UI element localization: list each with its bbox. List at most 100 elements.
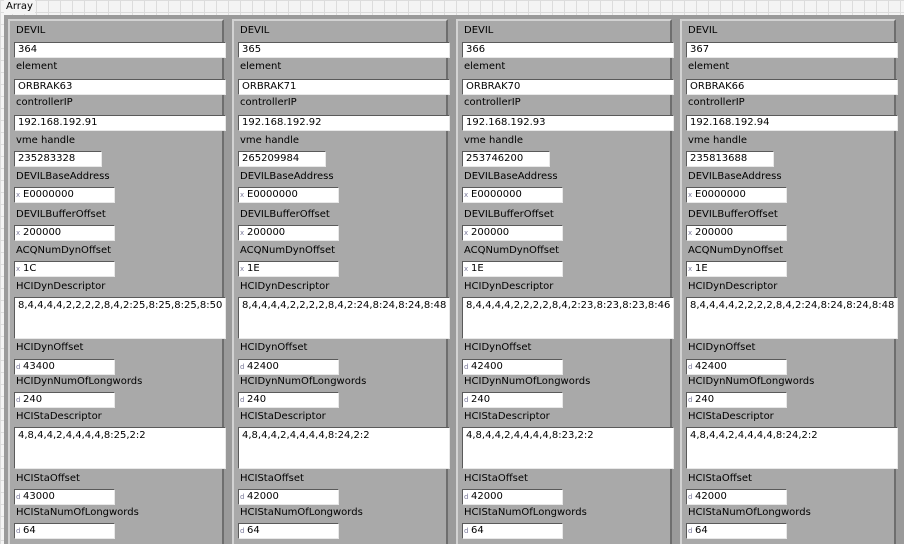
- hci-sta-offset-field[interactable]: d 42000: [462, 489, 563, 505]
- hci-sta-num-longwords-label: HCIStaNumOfLongwords: [464, 507, 587, 518]
- devil-buffer-offset-field[interactable]: x 200000: [14, 225, 115, 241]
- devil-field[interactable]: 365: [238, 42, 450, 58]
- hci-sta-descriptor-field[interactable]: 4,8,4,4,2,4,4,4,4,8:24,2:2: [238, 427, 450, 469]
- radix-indicator[interactable]: x: [240, 262, 247, 276]
- element-field[interactable]: ORBRAK71: [238, 79, 450, 95]
- hci-dyn-descriptor-field[interactable]: 8,4,4,4,4,2,2,2,2,8,4,2:24,8:24,8:24,8:4…: [686, 297, 898, 339]
- hci-dyn-descriptor-field[interactable]: 8,4,4,4,4,2,2,2,2,8,4,2:23,8:23,8:23,8:4…: [462, 297, 674, 339]
- devil-base-address-field[interactable]: x E0000000: [238, 187, 339, 203]
- vme-handle-field[interactable]: 253746200: [462, 151, 550, 167]
- radix-indicator[interactable]: x: [688, 188, 695, 202]
- radix-indicator[interactable]: x: [240, 188, 247, 202]
- devil-field[interactable]: 364: [14, 42, 226, 58]
- hci-dyn-num-longwords-value: 240: [247, 394, 267, 405]
- hci-sta-num-longwords-field[interactable]: d 64: [238, 523, 339, 539]
- hci-sta-offset-value: 43000: [23, 491, 55, 502]
- radix-indicator[interactable]: x: [16, 188, 23, 202]
- hci-dyn-num-longwords-label: HCIDynNumOfLongwords: [240, 376, 367, 387]
- hci-sta-num-longwords-field[interactable]: d 64: [462, 523, 563, 539]
- hci-sta-descriptor-field[interactable]: 4,8,4,4,2,4,4,4,4,8:25,2:2: [14, 427, 226, 469]
- acq-num-dyn-offset-field[interactable]: x 1C: [14, 261, 115, 277]
- hci-sta-descriptor-field[interactable]: 4,8,4,4,2,4,4,4,4,8:23,2:2: [462, 427, 674, 469]
- element-field[interactable]: ORBRAK63: [14, 79, 226, 95]
- hci-dyn-descriptor-field[interactable]: 8,4,4,4,4,2,2,2,2,8,4,2:24,8:24,8:24,8:4…: [238, 297, 450, 339]
- array-label: Array: [4, 0, 35, 14]
- hci-dyn-offset-field[interactable]: d 42400: [462, 359, 563, 375]
- controller-ip-field[interactable]: 192.168.192.93: [462, 115, 674, 131]
- radix-indicator[interactable]: x: [464, 188, 471, 202]
- radix-indicator[interactable]: x: [464, 262, 471, 276]
- radix-indicator[interactable]: x: [16, 262, 23, 276]
- element-field[interactable]: ORBRAK66: [686, 79, 898, 95]
- radix-indicator[interactable]: d: [16, 524, 23, 538]
- devil-field[interactable]: 366: [462, 42, 674, 58]
- radix-indicator[interactable]: x: [16, 226, 23, 240]
- radix-indicator[interactable]: d: [16, 490, 23, 504]
- radix-indicator[interactable]: d: [688, 360, 695, 374]
- radix-indicator[interactable]: d: [240, 524, 247, 538]
- hci-dyn-num-longwords-field[interactable]: d 240: [238, 392, 339, 408]
- devil-label: DEVIL: [16, 25, 46, 36]
- hci-dyn-descriptor-field[interactable]: 8,4,4,4,4,2,2,2,2,8,4,2:25,8:25,8:25,8:5…: [14, 297, 226, 339]
- hci-dyn-offset-field[interactable]: d 42400: [686, 359, 787, 375]
- acq-num-dyn-offset-field[interactable]: x 1E: [686, 261, 787, 277]
- hci-dyn-descriptor-value: 8,4,4,4,4,2,2,2,2,8,4,2:24,8:24,8:24,8:4…: [690, 300, 895, 311]
- acq-num-dyn-offset-label: ACQNumDynOffset: [464, 245, 560, 256]
- devil-buffer-offset-field[interactable]: x 200000: [686, 225, 787, 241]
- devil-base-address-field[interactable]: x E0000000: [14, 187, 115, 203]
- hci-dyn-num-longwords-field[interactable]: d 240: [462, 392, 563, 408]
- controller-ip-field[interactable]: 192.168.192.92: [238, 115, 450, 131]
- radix-indicator[interactable]: d: [464, 393, 471, 407]
- radix-indicator[interactable]: d: [688, 393, 695, 407]
- devil-buffer-offset-field[interactable]: x 200000: [462, 225, 563, 241]
- hci-sta-num-longwords-value: 64: [471, 525, 484, 536]
- hci-dyn-num-longwords-field[interactable]: d 240: [686, 392, 787, 408]
- acq-num-dyn-offset-field[interactable]: x 1E: [462, 261, 563, 277]
- controller-ip-field[interactable]: 192.168.192.94: [686, 115, 898, 131]
- element-value: ORBRAK63: [18, 81, 73, 92]
- radix-indicator[interactable]: d: [240, 490, 247, 504]
- acq-num-dyn-offset-field[interactable]: x 1E: [238, 261, 339, 277]
- devil-cluster: DEVIL 364 element ORBRAK63 controllerIP 192.1…: [8, 19, 226, 544]
- devil-base-address-field[interactable]: x E0000000: [462, 187, 563, 203]
- radix-indicator[interactable]: x: [464, 226, 471, 240]
- hci-dyn-descriptor-label: HCIDynDescriptor: [16, 281, 106, 292]
- radix-indicator[interactable]: d: [240, 360, 247, 374]
- hci-dyn-offset-field[interactable]: d 42400: [238, 359, 339, 375]
- radix-indicator[interactable]: d: [464, 490, 471, 504]
- radix-indicator[interactable]: x: [688, 226, 695, 240]
- radix-indicator[interactable]: d: [464, 524, 471, 538]
- radix-indicator[interactable]: d: [16, 393, 23, 407]
- hci-dyn-offset-field[interactable]: d 43400: [14, 359, 115, 375]
- hci-dyn-num-longwords-field[interactable]: d 240: [14, 392, 115, 408]
- hci-sta-offset-field[interactable]: d 42000: [686, 489, 787, 505]
- radix-indicator[interactable]: d: [688, 524, 695, 538]
- controller-ip-field[interactable]: 192.168.192.91: [14, 115, 226, 131]
- radix-indicator[interactable]: d: [464, 360, 471, 374]
- radix-indicator[interactable]: d: [688, 490, 695, 504]
- devil-buffer-offset-field[interactable]: x 200000: [238, 225, 339, 241]
- hci-sta-offset-value: 42000: [247, 491, 279, 502]
- vme-handle-field[interactable]: 235283328: [14, 151, 102, 167]
- controller-ip-label: controllerIP: [688, 97, 745, 108]
- hci-sta-descriptor-value: 4,8,4,4,2,4,4,4,4,8:23,2:2: [466, 430, 594, 441]
- radix-indicator[interactable]: x: [240, 226, 247, 240]
- acq-num-dyn-offset-label: ACQNumDynOffset: [16, 245, 112, 256]
- hci-sta-descriptor-field[interactable]: 4,8,4,4,2,4,4,4,4,8:24,2:2: [686, 427, 898, 469]
- devil-base-address-field[interactable]: x E0000000: [686, 187, 787, 203]
- devil-buffer-offset-label: DEVILBufferOffset: [240, 209, 330, 220]
- radix-indicator[interactable]: d: [16, 360, 23, 374]
- radix-indicator[interactable]: d: [240, 393, 247, 407]
- radix-indicator[interactable]: x: [688, 262, 695, 276]
- hci-sta-num-longwords-field[interactable]: d 64: [686, 523, 787, 539]
- hci-sta-offset-field[interactable]: d 42000: [238, 489, 339, 505]
- hci-sta-descriptor-label: HCIStaDescriptor: [16, 411, 102, 422]
- vme-handle-field[interactable]: 235813688: [686, 151, 774, 167]
- hci-sta-num-longwords-field[interactable]: d 64: [14, 523, 115, 539]
- element-field[interactable]: ORBRAK70: [462, 79, 674, 95]
- hci-sta-offset-field[interactable]: d 43000: [14, 489, 115, 505]
- devil-value: 364: [18, 44, 38, 55]
- hci-dyn-offset-label: HCIDynOffset: [688, 342, 756, 353]
- vme-handle-field[interactable]: 265209984: [238, 151, 326, 167]
- devil-field[interactable]: 367: [686, 42, 898, 58]
